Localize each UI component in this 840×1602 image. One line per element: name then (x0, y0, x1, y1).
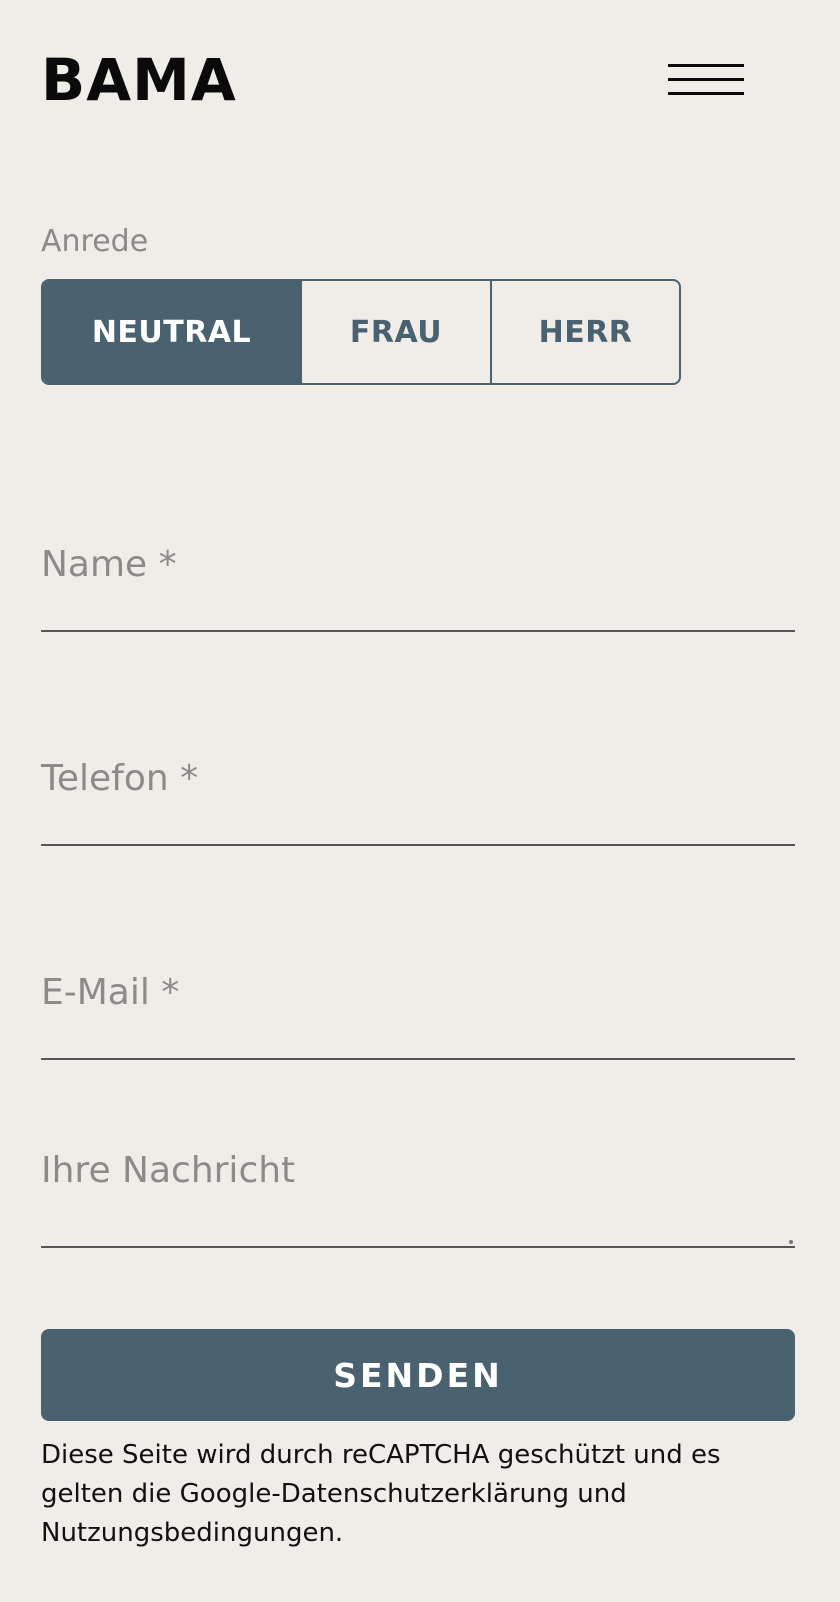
menu-line-bottom (668, 92, 744, 95)
email-field[interactable]: E-Mail * (41, 948, 795, 1060)
site-header: BAMA (0, 0, 840, 160)
salutation-selector: NEUTRAL FRAU HERR (41, 279, 681, 385)
message-textarea[interactable]: Ihre Nachricht (41, 1124, 795, 1248)
resize-handle-icon[interactable] (789, 1240, 793, 1244)
hamburger-menu-icon[interactable] (664, 58, 744, 102)
email-placeholder: E-Mail * (41, 972, 180, 1013)
salutation-option-herr[interactable]: HERR (490, 281, 679, 383)
salutation-option-frau[interactable]: FRAU (300, 281, 490, 383)
name-field[interactable]: Name * (41, 520, 795, 632)
submit-button[interactable]: SENDEN (41, 1329, 795, 1421)
salutation-option-neutral[interactable]: NEUTRAL (43, 281, 300, 383)
brand-logo[interactable]: BAMA (41, 44, 237, 116)
phone-field[interactable]: Telefon * (41, 734, 795, 846)
menu-line-middle (668, 78, 744, 81)
phone-placeholder: Telefon * (41, 758, 199, 799)
recaptcha-notice: Diese Seite wird durch reCAPTCHA geschüt… (41, 1440, 721, 1548)
salutation-label: Anrede (41, 224, 149, 259)
message-placeholder: Ihre Nachricht (41, 1150, 296, 1191)
name-placeholder: Name * (41, 544, 177, 585)
menu-line-top (668, 64, 744, 67)
